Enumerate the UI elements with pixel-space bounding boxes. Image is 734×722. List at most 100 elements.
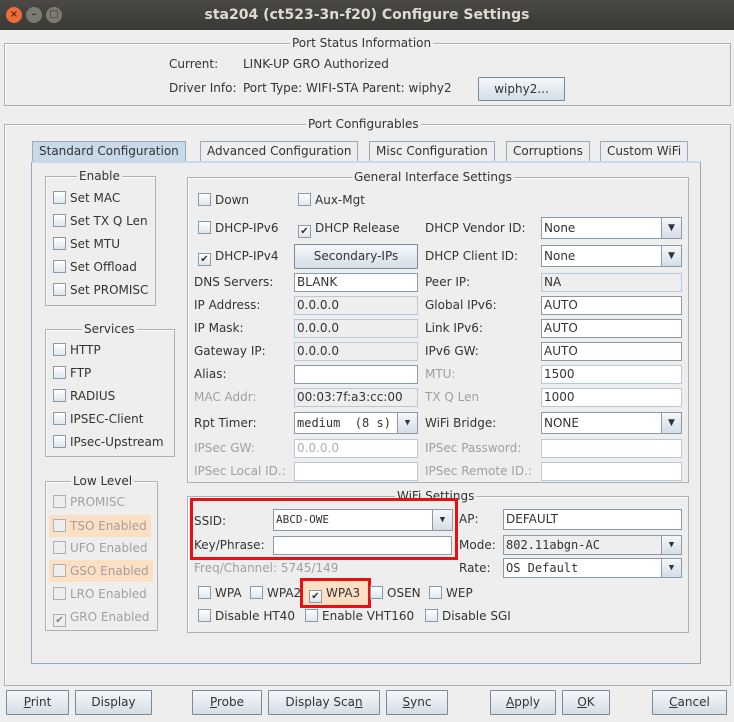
chevron-down-icon: ▼ bbox=[432, 510, 452, 530]
dns-servers-input[interactable]: BLANK bbox=[294, 273, 418, 292]
aux-mgt-checkbox[interactable]: Aux-Mgt bbox=[298, 191, 365, 209]
ipsec-remote-id-input[interactable] bbox=[541, 462, 682, 481]
ap-label: AP: bbox=[459, 512, 479, 526]
radius-checkbox[interactable]: RADIUS bbox=[53, 387, 115, 405]
ssid-select[interactable]: ABCD-OWE ▼ bbox=[273, 509, 453, 531]
general-settings-title: General Interface Settings bbox=[352, 170, 514, 184]
gso-enabled-checkbox[interactable]: GSO Enabled bbox=[49, 560, 153, 582]
disable-ht40-checkbox[interactable]: Disable HT40 bbox=[198, 607, 295, 625]
ipsec-password-input[interactable] bbox=[541, 439, 682, 458]
apply-button[interactable]: Apply bbox=[490, 690, 556, 715]
check-icon: ✔ bbox=[198, 253, 211, 266]
set-mtu-checkbox[interactable]: Set MTU bbox=[53, 235, 120, 253]
ipsec-local-id-input[interactable] bbox=[294, 462, 418, 481]
dhcp-release-checkbox[interactable]: ✔ DHCP Release bbox=[298, 219, 400, 238]
txqlen-label: TX Q Len bbox=[425, 390, 480, 404]
tab-misc-configuration[interactable]: Misc Configuration bbox=[369, 141, 495, 161]
tso-enabled-checkbox[interactable]: TSO Enabled bbox=[49, 515, 151, 537]
mac-addr-input[interactable]: 00:03:7f:a3:cc:00 bbox=[294, 388, 418, 407]
chevron-down-icon: ▼ bbox=[397, 413, 417, 433]
ufo-enabled-checkbox[interactable]: UFO Enabled bbox=[53, 539, 147, 557]
port-status-title: Port Status Information bbox=[290, 36, 434, 50]
driver-info-value: Port Type: WIFI-STA Parent: wiphy2 bbox=[243, 81, 452, 95]
ipsec-gw-input[interactable]: 0.0.0.0 bbox=[294, 439, 418, 458]
gateway-ip-label: Gateway IP: bbox=[194, 344, 266, 358]
dhcp-client-id-select[interactable]: None ▼ bbox=[541, 245, 682, 267]
mtu-label: MTU: bbox=[425, 367, 456, 381]
mode-select[interactable]: 802.11abgn-AC ▼ bbox=[503, 535, 682, 555]
wpa2-checkbox[interactable]: WPA2 bbox=[250, 584, 301, 602]
ip-address-label: IP Address: bbox=[194, 298, 261, 312]
key-phrase-input[interactable] bbox=[273, 536, 452, 555]
ssid-label: SSID: bbox=[194, 514, 227, 528]
enable-title: Enable bbox=[77, 169, 122, 183]
port-status-group bbox=[4, 43, 731, 106]
ok-button[interactable]: OK bbox=[562, 690, 610, 715]
ftp-checkbox[interactable]: FTP bbox=[53, 364, 91, 382]
gateway-ip-input[interactable]: 0.0.0.0 bbox=[294, 342, 418, 361]
promisc-checkbox[interactable]: PROMISC bbox=[53, 493, 125, 511]
dhcp-client-id-label: DHCP Client ID: bbox=[425, 249, 519, 263]
chevron-down-icon: ▼ bbox=[661, 536, 681, 554]
print-button[interactable]: Print bbox=[6, 690, 69, 715]
current-value: LINK-UP GRO Authorized bbox=[243, 57, 389, 71]
dns-servers-label: DNS Servers: bbox=[194, 275, 274, 289]
parent-wiphy-button[interactable]: wiphy2... bbox=[478, 77, 565, 101]
wep-checkbox[interactable]: WEP bbox=[429, 584, 473, 602]
display-button[interactable]: Display bbox=[75, 690, 152, 715]
set-mac-checkbox[interactable]: Set MAC bbox=[53, 189, 120, 207]
set-txqlen-checkbox[interactable]: Set TX Q Len bbox=[53, 212, 148, 230]
link-ipv6-label: Link IPv6: bbox=[425, 321, 483, 335]
ipsec-upstream-checkbox[interactable]: IPsec-Upstream bbox=[53, 433, 164, 451]
dhcp-ipv6-checkbox[interactable]: DHCP-IPv6 bbox=[198, 219, 278, 237]
ipv6-gw-input[interactable]: AUTO bbox=[541, 342, 682, 361]
dhcp-vendor-id-select[interactable]: None ▼ bbox=[541, 217, 682, 239]
close-window-button[interactable]: × bbox=[6, 7, 22, 23]
set-offload-checkbox[interactable]: Set Offload bbox=[53, 258, 137, 276]
set-promisc-checkbox[interactable]: Set PROMISC bbox=[53, 281, 148, 299]
wpa-checkbox[interactable]: WPA bbox=[198, 584, 242, 602]
tab-corruptions[interactable]: Corruptions bbox=[506, 141, 590, 161]
tab-standard-configuration[interactable]: Standard Configuration bbox=[32, 141, 186, 161]
down-checkbox[interactable]: Down bbox=[198, 191, 249, 209]
peer-ip-label: Peer IP: bbox=[425, 275, 471, 289]
txqlen-input[interactable]: 1000 bbox=[541, 388, 682, 407]
ipsec-client-checkbox[interactable]: IPSEC-Client bbox=[53, 410, 143, 428]
ap-input[interactable]: DEFAULT bbox=[503, 509, 682, 530]
http-checkbox[interactable]: HTTP bbox=[53, 341, 101, 359]
dhcp-ipv4-checkbox[interactable]: ✔ DHCP-IPv4 bbox=[198, 247, 278, 266]
display-scan-button[interactable]: Display Scan bbox=[268, 690, 380, 715]
secondary-ips-button[interactable]: Secondary-IPs bbox=[294, 244, 418, 269]
probe-button[interactable]: Probe bbox=[192, 690, 262, 715]
ip-mask-input[interactable]: 0.0.0.0 bbox=[294, 319, 418, 338]
wifi-bridge-label: WiFi Bridge: bbox=[425, 416, 497, 430]
rate-select[interactable]: OS Default ▼ bbox=[503, 558, 682, 578]
global-ipv6-input[interactable]: AUTO bbox=[541, 296, 682, 315]
tab-advanced-configuration[interactable]: Advanced Configuration bbox=[200, 141, 359, 161]
driver-info-label: Driver Info: bbox=[169, 81, 237, 95]
peer-ip-input[interactable]: NA bbox=[541, 273, 682, 292]
sync-button[interactable]: Sync bbox=[386, 690, 448, 715]
alias-input[interactable] bbox=[294, 365, 418, 384]
window-title: sta204 (ct523-3n-f20) Configure Settings bbox=[204, 7, 530, 23]
cancel-button[interactable]: Cancel bbox=[652, 690, 727, 715]
minimize-window-button[interactable]: – bbox=[26, 7, 42, 23]
ipsec-password-label: IPSec Password: bbox=[425, 441, 522, 455]
link-ipv6-input[interactable]: AUTO bbox=[541, 319, 682, 338]
rate-label: Rate: bbox=[459, 561, 491, 575]
lro-enabled-checkbox[interactable]: LRO Enabled bbox=[53, 585, 147, 603]
maximize-window-button[interactable]: □ bbox=[46, 7, 62, 23]
wpa3-checkbox[interactable]: ✔ WPA3 bbox=[309, 584, 360, 603]
gro-enabled-checkbox[interactable]: ✔ GRO Enabled bbox=[53, 608, 149, 627]
disable-sgi-checkbox[interactable]: Disable SGI bbox=[425, 607, 511, 625]
print-label: rint bbox=[30, 695, 52, 709]
enable-vht160-checkbox[interactable]: Enable VHT160 bbox=[305, 607, 414, 625]
ip-address-input[interactable]: 0.0.0.0 bbox=[294, 296, 418, 315]
tab-custom-wifi[interactable]: Custom WiFi bbox=[600, 141, 689, 161]
mtu-input[interactable]: 1500 bbox=[541, 365, 682, 384]
wifi-bridge-select[interactable]: NONE ▼ bbox=[541, 412, 682, 434]
rpt-timer-label: Rpt Timer: bbox=[194, 416, 257, 430]
rpt-timer-select[interactable]: medium (8 s) ▼ bbox=[294, 412, 418, 434]
osen-checkbox[interactable]: OSEN bbox=[370, 584, 421, 602]
low-level-title: Low Level bbox=[71, 474, 135, 488]
